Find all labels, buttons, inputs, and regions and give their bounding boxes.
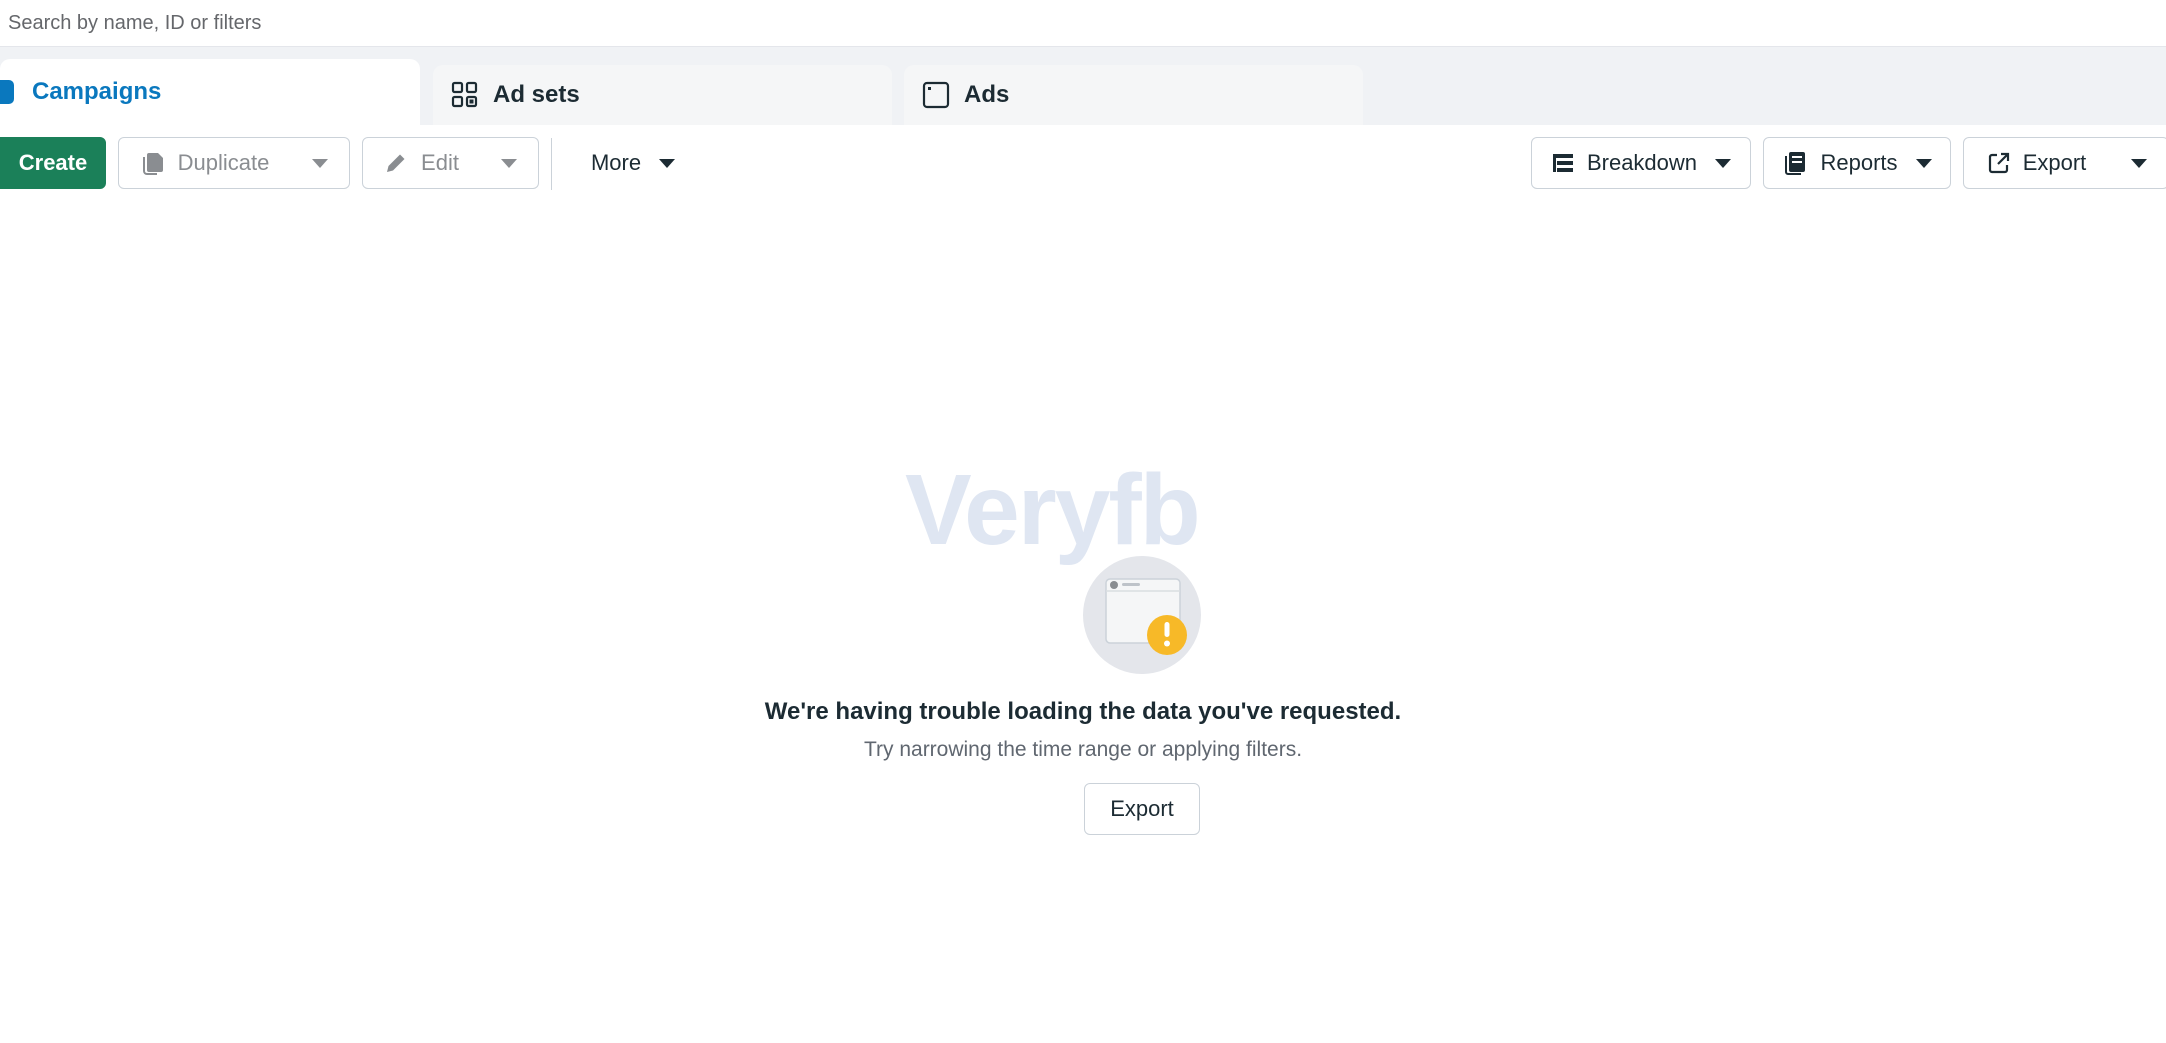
pencil-icon xyxy=(383,150,409,176)
duplicate-button[interactable]: Duplicate xyxy=(118,137,291,189)
chevron-down-icon xyxy=(2130,158,2147,168)
export-data-button-label: Export xyxy=(1110,796,1174,821)
edit-button-label: Edit xyxy=(421,150,459,175)
tab-campaigns[interactable]: Campaigns xyxy=(0,59,420,125)
edit-button[interactable]: Edit xyxy=(362,137,480,189)
tab-ads-label: Ads xyxy=(964,81,1010,108)
reports-icon xyxy=(1782,150,1808,176)
breakdown-button-label: Breakdown xyxy=(1586,150,1698,175)
chevron-down-icon xyxy=(1715,158,1732,168)
reports-button-label: Reports xyxy=(1820,150,1898,175)
tab-ad-sets-label: Ad sets xyxy=(493,81,580,108)
export-data-button[interactable]: Export xyxy=(1084,783,1200,835)
tab-ads[interactable]: Ads xyxy=(904,65,1363,125)
create-button[interactable]: Create xyxy=(0,137,106,189)
warning-icon xyxy=(1082,555,1202,675)
breakdown-icon xyxy=(1551,151,1575,175)
tab-campaigns-label: Campaigns xyxy=(32,78,162,105)
create-button-label: Create xyxy=(18,150,88,175)
toolbar-divider xyxy=(551,138,552,190)
tab-strip: Campaigns Ad sets Ads xyxy=(0,47,2166,125)
chevron-down-icon xyxy=(659,158,676,168)
duplicate-button-label: Duplicate xyxy=(177,150,270,175)
external-link-icon xyxy=(1987,151,2011,175)
search-bar xyxy=(0,0,2166,47)
tab-ad-sets[interactable]: Ad sets xyxy=(433,65,892,125)
search-input[interactable] xyxy=(6,8,1210,38)
export-dropdown-button[interactable] xyxy=(2109,137,2166,189)
edit-dropdown-button[interactable] xyxy=(479,137,539,189)
chevron-down-icon xyxy=(311,158,328,168)
chevron-down-icon xyxy=(1915,158,1932,168)
campaign-icon xyxy=(0,80,14,104)
error-title: We're having trouble loading the data yo… xyxy=(764,698,1402,725)
ad-window-icon xyxy=(922,81,950,109)
toolbar: Create Duplicate Edit More Breakdown Rep… xyxy=(0,125,2166,203)
more-button-label: More xyxy=(590,150,642,175)
export-button[interactable]: Export xyxy=(1963,137,2110,189)
more-button[interactable]: More xyxy=(572,137,694,189)
breakdown-button[interactable]: Breakdown xyxy=(1531,137,1751,189)
reports-button[interactable]: Reports xyxy=(1763,137,1951,189)
export-button-label: Export xyxy=(2022,150,2087,175)
error-subtitle: Try narrowing the time range or applying… xyxy=(863,738,1303,761)
chevron-down-icon xyxy=(500,158,517,168)
duplicate-icon xyxy=(140,150,166,176)
duplicate-dropdown-button[interactable] xyxy=(290,137,350,189)
grid-icon xyxy=(451,81,479,109)
watermark-logo: Veryfb xyxy=(905,454,1201,566)
